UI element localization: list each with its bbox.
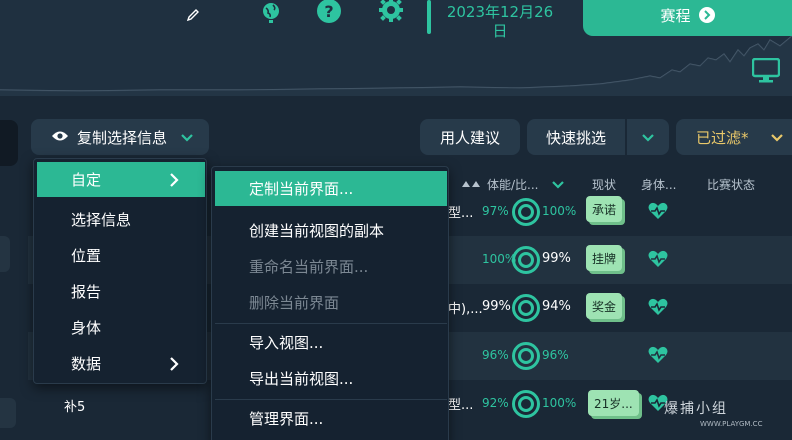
- eye-icon: [51, 128, 69, 146]
- chevron-right-icon: [170, 357, 179, 375]
- menu-item-label: 重命名当前界面...: [249, 258, 369, 276]
- quick-pick-label: 快速挑选: [545, 128, 606, 147]
- menu-item-label: 导出当前视图...: [249, 370, 354, 388]
- svg-text:?: ?: [324, 2, 333, 21]
- menu-item-rename-view: 重命名当前界面...: [215, 249, 447, 284]
- menu-item-report[interactable]: 报告: [37, 274, 205, 309]
- menu-item-label: 删除当前界面: [249, 294, 340, 312]
- menu-item-label: 选择信息: [71, 211, 132, 229]
- quick-pick-button[interactable]: 快速挑选: [527, 119, 625, 155]
- pencil-icon[interactable]: [184, 2, 202, 28]
- menu-item-label: 创建当前视图的副本: [249, 222, 385, 240]
- status-badge[interactable]: 21岁...: [588, 390, 639, 416]
- menu-item-body[interactable]: 身体: [37, 310, 205, 345]
- fixtures-button[interactable]: 赛程: [583, 0, 792, 36]
- side-panel-tab[interactable]: [0, 236, 10, 272]
- filter-label: 已过滤*: [696, 128, 749, 147]
- heart-icon: [648, 346, 668, 368]
- stamina-value: 96%: [482, 348, 509, 362]
- watermark-text: 爆捕小组: [664, 401, 728, 417]
- side-panel-tab[interactable]: [0, 120, 18, 166]
- side-panel-tab[interactable]: [0, 398, 16, 428]
- menu-item-duplicate-view[interactable]: 创建当前视图的副本: [215, 213, 447, 248]
- menu-item-label: 数据: [71, 355, 102, 373]
- stamina-ring-icon: [512, 246, 540, 274]
- menu-item-label: 报告: [71, 283, 102, 301]
- gear-icon[interactable]: [377, 0, 405, 26]
- position-text: 型...: [448, 398, 474, 413]
- staff-advice-button[interactable]: 用人建议: [420, 119, 520, 155]
- custom-view-submenu: 定制当前界面... 创建当前视图的副本 重命名当前界面... 删除当前界面 导入…: [211, 166, 449, 440]
- row-position-label: 补5: [64, 400, 86, 415]
- chevron-down-icon: [181, 128, 193, 146]
- heart-icon: [648, 202, 668, 224]
- stamina-ring-icon: [512, 342, 540, 370]
- stamina-ring-icon: [512, 390, 540, 418]
- heart-icon: [648, 250, 668, 272]
- copy-selection-label: 复制选择信息: [77, 128, 168, 147]
- menu-item-label: 管理界面...: [249, 410, 324, 428]
- stamina-value: 92%: [482, 396, 509, 410]
- status-badge[interactable]: 挂牌: [586, 245, 623, 271]
- menu-item-selection-info[interactable]: 选择信息: [37, 202, 205, 237]
- menu-item-data[interactable]: 数据: [37, 346, 205, 381]
- heart-icon: [648, 298, 668, 320]
- date-separator: [427, 0, 431, 34]
- stamina-ring-icon: [512, 294, 540, 322]
- status-badge[interactable]: 承诺: [586, 196, 623, 222]
- current-date: 2023年12月26日: [446, 3, 554, 40]
- menu-item-label: 导入视图...: [249, 334, 324, 352]
- menu-item-import-view[interactable]: 导入视图...: [215, 325, 447, 360]
- sharpness-value: 96%: [542, 348, 569, 362]
- sharpness-value: 100%: [542, 204, 577, 218]
- stamina-value: 99%: [482, 299, 511, 314]
- menu-item-label: 自定: [71, 171, 102, 189]
- menu-item-customize-view[interactable]: 定制当前界面...: [215, 171, 447, 206]
- stamina-value: 97%: [482, 204, 509, 218]
- sharpness-value: 99%: [542, 251, 571, 266]
- menu-item-label: 身体: [71, 319, 102, 337]
- menu-item-export-view[interactable]: 导出当前视图...: [215, 361, 447, 396]
- position-text: 中),...: [448, 302, 483, 317]
- menu-item-label: 定制当前界面...: [249, 180, 354, 198]
- status-badge[interactable]: 奖金: [586, 293, 623, 319]
- sharpness-value: 100%: [542, 396, 577, 410]
- quick-pick-dropdown[interactable]: [627, 119, 669, 155]
- fixtures-label: 赛程: [660, 6, 691, 25]
- staff-advice-label: 用人建议: [439, 128, 500, 147]
- menu-item-position[interactable]: 位置: [37, 238, 205, 273]
- copy-selection-button[interactable]: 复制选择信息: [31, 119, 209, 155]
- watermark-url: WWW.PLAYGM.CC: [700, 420, 763, 428]
- top-header: ? 2023年12月26日 赛程: [0, 0, 792, 96]
- menu-item-label: 位置: [71, 247, 102, 265]
- menu-divider: [215, 323, 447, 324]
- globe-icon[interactable]: [258, 0, 284, 26]
- help-icon[interactable]: ?: [316, 0, 342, 26]
- menu-item-manage-views[interactable]: 管理界面...: [215, 401, 447, 436]
- chevron-down-icon: [770, 128, 783, 146]
- monitor-icon[interactable]: [751, 57, 781, 88]
- copy-selection-menu: 自定 选择信息 位置 报告 身体 数据: [33, 158, 207, 384]
- position-text: 型...: [448, 206, 474, 221]
- menu-item-delete-view: 删除当前界面: [215, 285, 447, 320]
- chevron-right-icon: [170, 173, 179, 191]
- sharpness-value: 94%: [542, 299, 571, 314]
- menu-divider: [215, 399, 447, 400]
- filter-button[interactable]: 已过滤*: [676, 119, 792, 155]
- chevron-down-icon: [642, 128, 654, 146]
- stamina-ring-icon: [512, 198, 540, 226]
- chevron-right-icon: [698, 7, 715, 23]
- menu-item-custom[interactable]: 自定: [37, 162, 205, 197]
